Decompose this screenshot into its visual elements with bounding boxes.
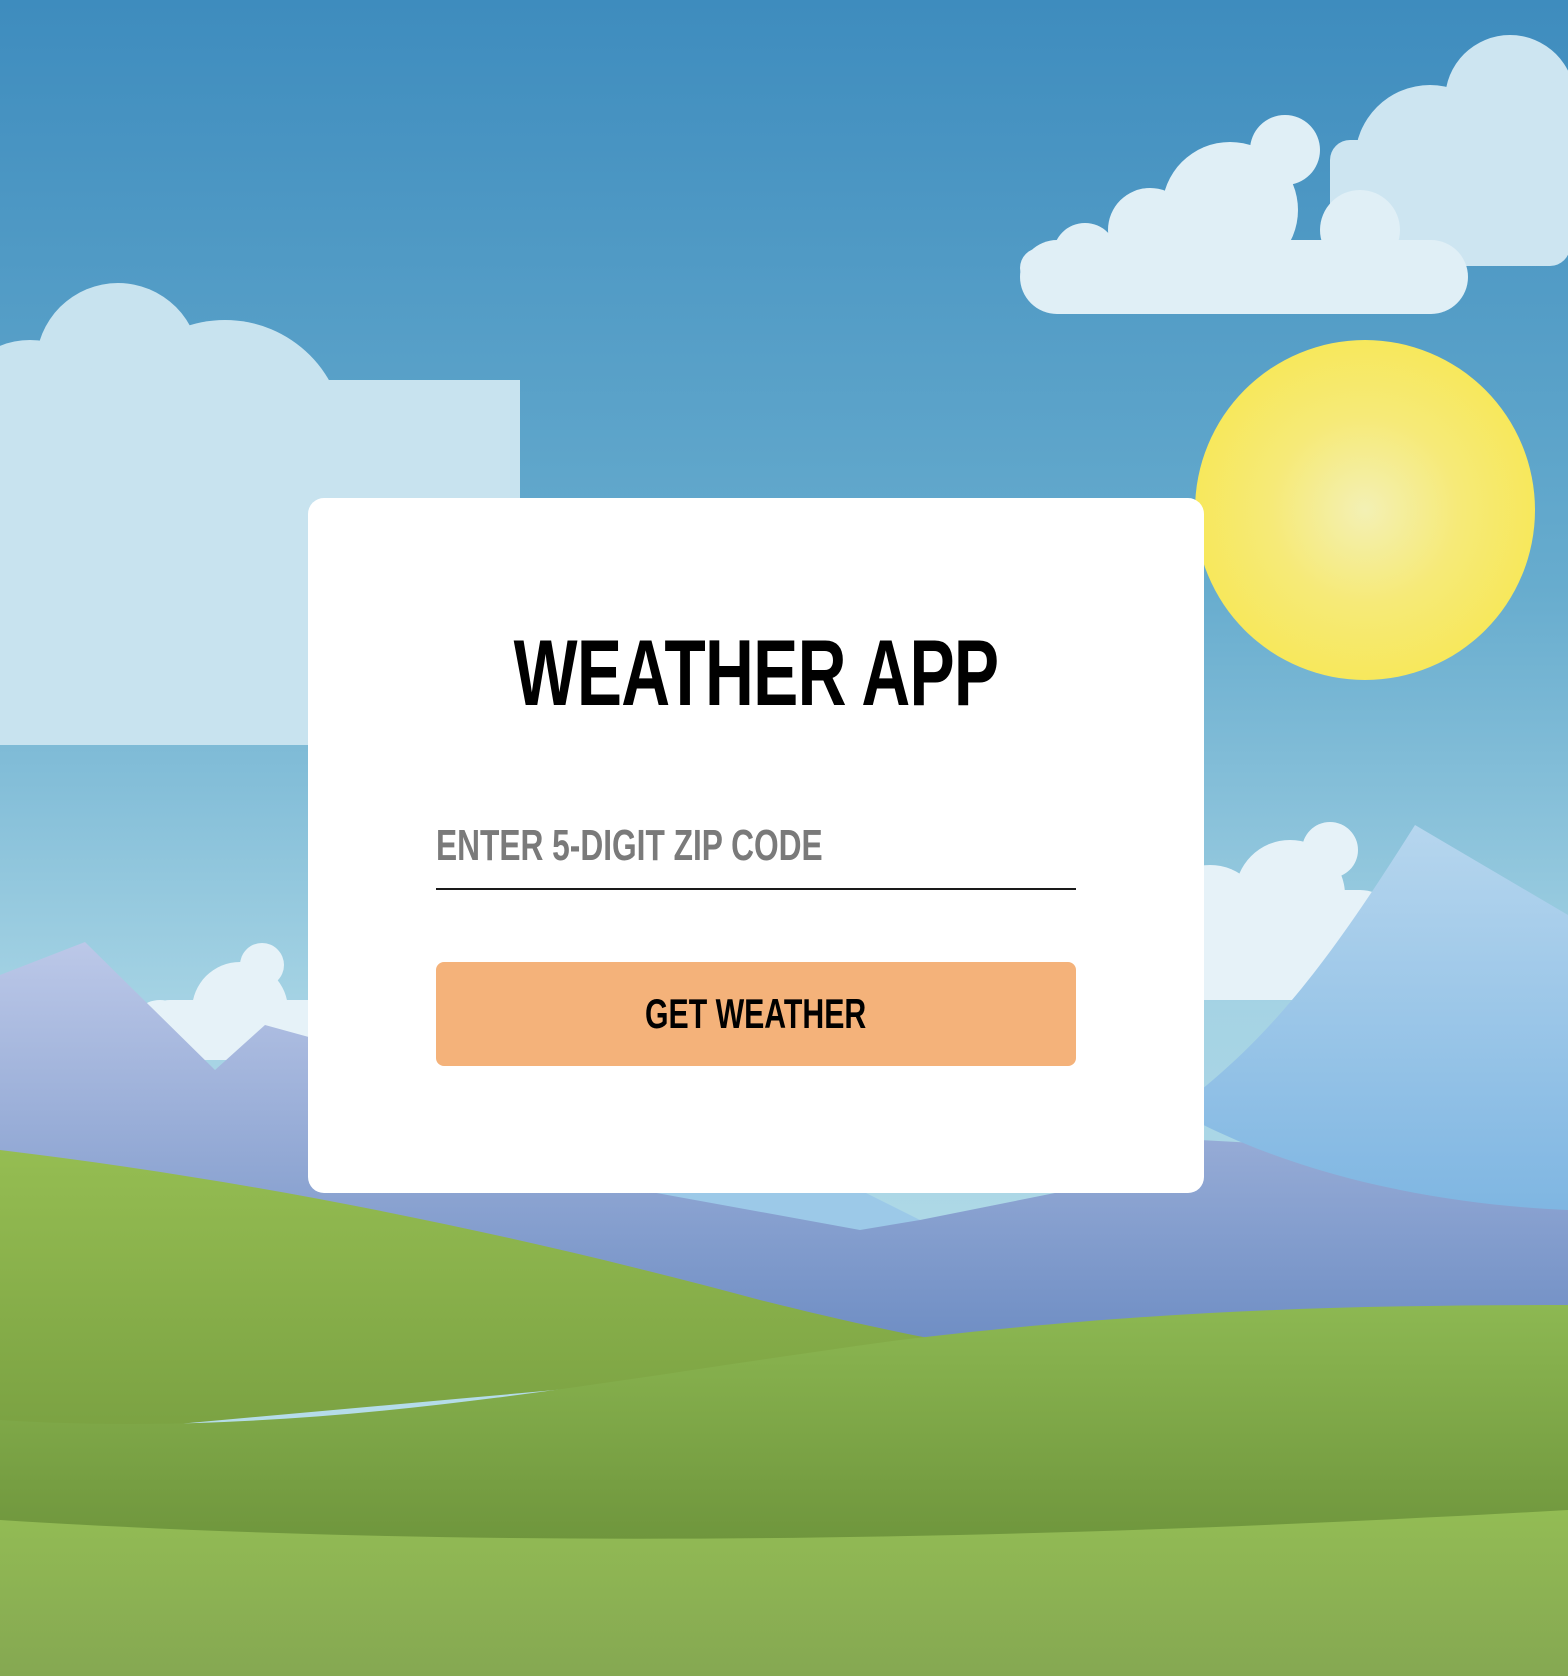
weather-form-card: WEATHER APP ENTER 5-DIGIT ZIP CODE GET W… [308,498,1204,1193]
get-weather-button[interactable]: GET WEATHER [436,962,1076,1066]
sun [1195,340,1535,680]
get-weather-label: GET WEATHER [645,990,867,1037]
app-title: WEATHER APP [513,620,999,725]
zip-code-input[interactable] [436,810,1076,890]
zip-field-wrapper: ENTER 5-DIGIT ZIP CODE [436,810,1076,890]
